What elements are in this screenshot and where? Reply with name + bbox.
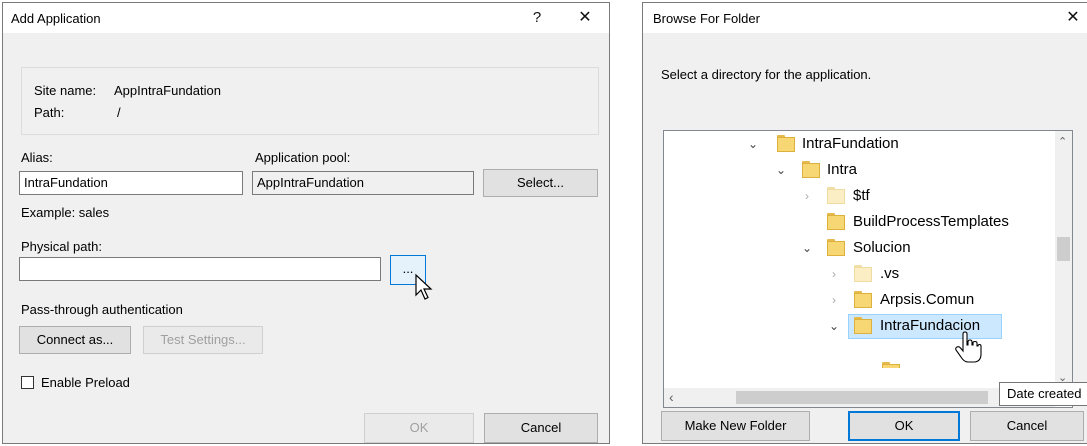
close-icon[interactable]: ✕ xyxy=(1051,5,1087,31)
chevron-down-icon[interactable]: ⌄ xyxy=(827,313,841,339)
test-settings-button[interactable]: Test Settings... xyxy=(143,326,263,354)
folder-icon xyxy=(827,187,845,204)
enable-preload-checkbox[interactable] xyxy=(21,376,34,389)
browse-title: Browse For Folder xyxy=(653,11,760,26)
tree-node-selected[interactable]: ⌄ IntraFundacion xyxy=(664,313,1056,339)
add-application-dialog: Add Application ? ✕ Site name: AppIntraF… xyxy=(2,2,610,444)
folder-icon xyxy=(827,239,845,256)
vertical-scroll-thumb[interactable] xyxy=(1057,237,1070,261)
chevron-right-icon[interactable]: › xyxy=(827,287,841,313)
folder-icon xyxy=(854,265,872,282)
physical-path-label: Physical path: xyxy=(21,239,102,254)
chevron-down-icon[interactable]: ⌄ xyxy=(774,157,788,183)
mouse-cursor-icon xyxy=(415,273,433,300)
alias-example-text: Example: sales xyxy=(21,205,110,220)
chevron-right-icon[interactable]: › xyxy=(827,261,841,287)
enable-preload-label: Enable Preload xyxy=(41,375,130,390)
tree-node-label: BuildProcessTemplates xyxy=(853,213,1009,230)
tree-node[interactable]: ⌄ Intra xyxy=(664,157,1056,183)
folder-icon xyxy=(777,135,795,152)
tree-node-label: IntraFundation xyxy=(802,135,899,152)
app-pool-label: Application pool: xyxy=(255,150,351,165)
folder-icon xyxy=(854,291,872,308)
physical-path-input[interactable] xyxy=(19,257,381,281)
site-name-label: Site name: xyxy=(34,83,97,98)
vertical-scrollbar[interactable]: ⌃ ⌄ xyxy=(1055,131,1072,389)
browse-for-folder-dialog: Browse For Folder ✕ Select a directory f… xyxy=(642,2,1087,444)
tree-node-label: $tf xyxy=(853,187,870,204)
browse-titlebar: Browse For Folder ✕ xyxy=(643,3,1087,33)
folder-icon xyxy=(827,213,845,230)
tree-node[interactable]: › Arpsis.Comun xyxy=(664,287,1056,313)
connect-as-button[interactable]: Connect as... xyxy=(19,326,131,354)
date-created-tooltip: Date created xyxy=(999,382,1087,406)
alias-label: Alias: xyxy=(21,150,53,165)
chevron-down-icon[interactable]: ⌄ xyxy=(746,131,760,157)
chevron-right-icon[interactable]: › xyxy=(800,183,814,209)
tree-node[interactable]: ⌄ Solucion xyxy=(664,235,1056,261)
tree-node-label: .vs xyxy=(880,265,900,282)
folder-icon xyxy=(854,317,872,334)
scroll-left-icon[interactable]: ‹ xyxy=(669,389,674,405)
help-button[interactable]: ? xyxy=(515,5,559,31)
add-application-title: Add Application xyxy=(11,11,101,26)
pass-through-label: Pass-through authentication xyxy=(21,302,183,317)
select-app-pool-button[interactable]: Select... xyxy=(483,169,598,197)
site-info-group: Site name: AppIntraFundation Path: / xyxy=(21,67,599,135)
folder-icon xyxy=(802,161,820,178)
cancel-button[interactable]: Cancel xyxy=(484,413,598,443)
browse-cancel-button[interactable]: Cancel xyxy=(970,411,1084,441)
tree-node-label: Intra xyxy=(827,161,858,178)
make-new-folder-button[interactable]: Make New Folder xyxy=(661,411,810,441)
close-icon[interactable]: ✕ xyxy=(563,5,607,31)
site-name-value: AppIntraFundation xyxy=(114,83,221,98)
tree-node-label: Solucion xyxy=(853,239,911,256)
tree-node[interactable]: › $tf xyxy=(664,183,1056,209)
folder-tree[interactable]: ⌄ IntraFundation ⌄ Intra › $tf BuildProc… xyxy=(663,130,1073,408)
scroll-up-icon[interactable]: ⌃ xyxy=(1058,135,1067,148)
path-value: / xyxy=(117,105,121,120)
horizontal-scrollbar[interactable]: ‹ › xyxy=(664,388,1055,407)
tree-node[interactable]: › .vs xyxy=(664,261,1056,287)
chevron-down-icon[interactable]: ⌄ xyxy=(800,235,814,261)
folder-icon xyxy=(882,362,900,368)
hand-cursor-icon xyxy=(955,331,982,363)
tree-node[interactable]: ⌄ IntraFundation xyxy=(664,131,1056,157)
horizontal-scroll-thumb[interactable] xyxy=(736,391,988,404)
tree-node[interactable]: BuildProcessTemplates xyxy=(664,209,1056,235)
tree-node-label: Arpsis.Comun xyxy=(880,291,975,308)
browse-instruction: Select a directory for the application. xyxy=(661,67,872,82)
ok-button[interactable]: OK xyxy=(364,413,474,443)
path-label: Path: xyxy=(34,105,65,120)
app-pool-field: AppIntraFundation xyxy=(252,171,474,195)
browse-ok-button[interactable]: OK xyxy=(848,411,960,441)
alias-input[interactable]: IntraFundation xyxy=(19,171,243,195)
add-application-titlebar: Add Application ? ✕ xyxy=(3,3,609,33)
